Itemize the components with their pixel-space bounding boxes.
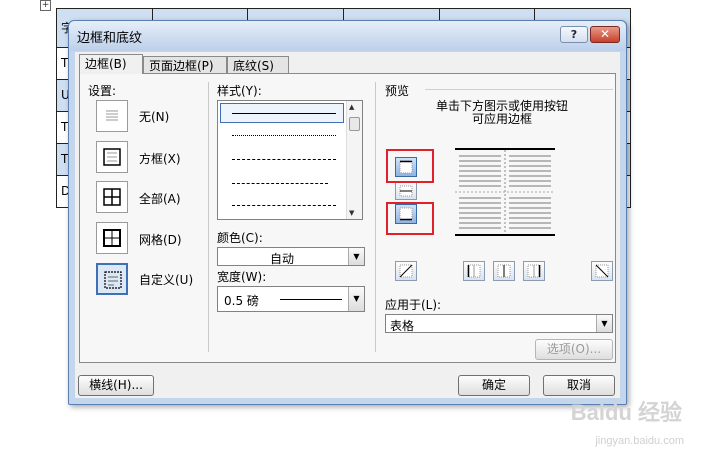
preview-rule: [425, 89, 613, 90]
border-box-icon[interactable]: [96, 141, 128, 173]
apply-to-select[interactable]: 表格 ▼: [385, 314, 613, 333]
color-value: 自动: [270, 252, 295, 266]
line-style-dash-dot[interactable]: [232, 205, 336, 206]
border-grid-icon[interactable]: [96, 222, 128, 254]
border-custom-icon[interactable]: [96, 263, 128, 295]
width-line-sample: [280, 299, 342, 300]
border-none-icon[interactable]: [96, 100, 128, 132]
inside-horizontal-border-button[interactable]: [395, 182, 417, 200]
tab-shading[interactable]: 底纹(S): [227, 56, 289, 74]
highlight-bottom-border: [386, 202, 434, 235]
setting-custom-label[interactable]: 自定义(U): [139, 271, 193, 288]
chevron-down-icon[interactable]: ▼: [596, 315, 612, 332]
highlight-top-border: [386, 149, 434, 183]
help-button[interactable]: ?: [560, 26, 588, 43]
left-border-button[interactable]: [463, 261, 485, 281]
setting-all-label[interactable]: 全部(A): [139, 190, 181, 207]
dialog-body: 边框(B) 页面边框(P) 底纹(S) 设置: 无(N) 方框(X) 全部(A)…: [75, 52, 620, 398]
chevron-down-icon[interactable]: ▼: [348, 287, 364, 311]
border-preview-diagram[interactable]: [455, 148, 555, 236]
line-style-solid[interactable]: [232, 113, 336, 114]
line-style-dashed-small[interactable]: [232, 159, 336, 160]
line-style-list[interactable]: ▲ ▼: [217, 100, 363, 220]
tab-borders[interactable]: 边框(B): [79, 54, 143, 74]
apply-to-label: 应用于(L):: [385, 298, 442, 312]
horizontal-line-button[interactable]: 横线(H)...: [78, 375, 154, 396]
setting-none-label[interactable]: 无(N): [139, 108, 169, 125]
color-select[interactable]: 自动 ▼: [217, 247, 365, 266]
color-label: 颜色(C):: [217, 231, 263, 245]
scroll-up-icon[interactable]: ▲: [349, 103, 354, 111]
dialog-title: 边框和底纹: [77, 31, 143, 46]
cancel-button[interactable]: 取消: [543, 375, 615, 396]
ok-button[interactable]: 确定: [458, 375, 530, 396]
setting-box-label[interactable]: 方框(X): [139, 150, 181, 167]
setting-heading: 设置:: [88, 84, 117, 98]
dialog-titlebar[interactable]: 边框和底纹 ? ✕: [69, 21, 626, 51]
diagonal-up-border-button[interactable]: [591, 261, 613, 281]
options-button[interactable]: 选项(O)...: [535, 339, 613, 360]
setting-grid-label[interactable]: 网格(D): [139, 231, 182, 248]
divider: [375, 82, 376, 352]
preview-instruction: 单击下方图示或使用按钮可应用边框: [435, 99, 568, 126]
line-style-scrollbar[interactable]: ▲ ▼: [346, 101, 362, 219]
style-heading: 样式(Y):: [217, 84, 262, 98]
line-style-dashed[interactable]: [232, 183, 328, 184]
preview-heading: 预览: [385, 84, 410, 98]
apply-to-value: 表格: [390, 319, 415, 333]
border-all-icon[interactable]: [96, 181, 128, 213]
scroll-down-icon[interactable]: ▼: [349, 209, 354, 217]
tab-page-border[interactable]: 页面边框(P): [143, 56, 227, 74]
close-button[interactable]: ✕: [590, 26, 620, 43]
divider: [208, 82, 209, 352]
line-style-dotted[interactable]: [232, 135, 336, 136]
baidu-watermark-url: jingyan.baidu.com: [595, 435, 684, 447]
width-label: 宽度(W):: [217, 270, 267, 284]
right-border-button[interactable]: [523, 261, 545, 281]
inside-vertical-border-button[interactable]: [493, 261, 515, 281]
table-move-handle-icon[interactable]: +: [40, 0, 51, 11]
baidu-watermark-logo: Baidu 经验: [570, 400, 682, 425]
scroll-thumb[interactable]: [349, 117, 360, 131]
width-select[interactable]: 0.5 磅 ▼: [217, 286, 365, 312]
borders-shading-dialog: 边框和底纹 ? ✕ 边框(B) 页面边框(P) 底纹(S) 设置: 无(N) 方…: [68, 20, 627, 405]
borders-tab-panel: 设置: 无(N) 方框(X) 全部(A) 网格(D) 自定义(U) 样式(Y):…: [79, 73, 616, 363]
width-value: 0.5 磅: [224, 294, 259, 308]
diagonal-down-border-button[interactable]: [395, 261, 417, 281]
chevron-down-icon[interactable]: ▼: [348, 248, 364, 265]
